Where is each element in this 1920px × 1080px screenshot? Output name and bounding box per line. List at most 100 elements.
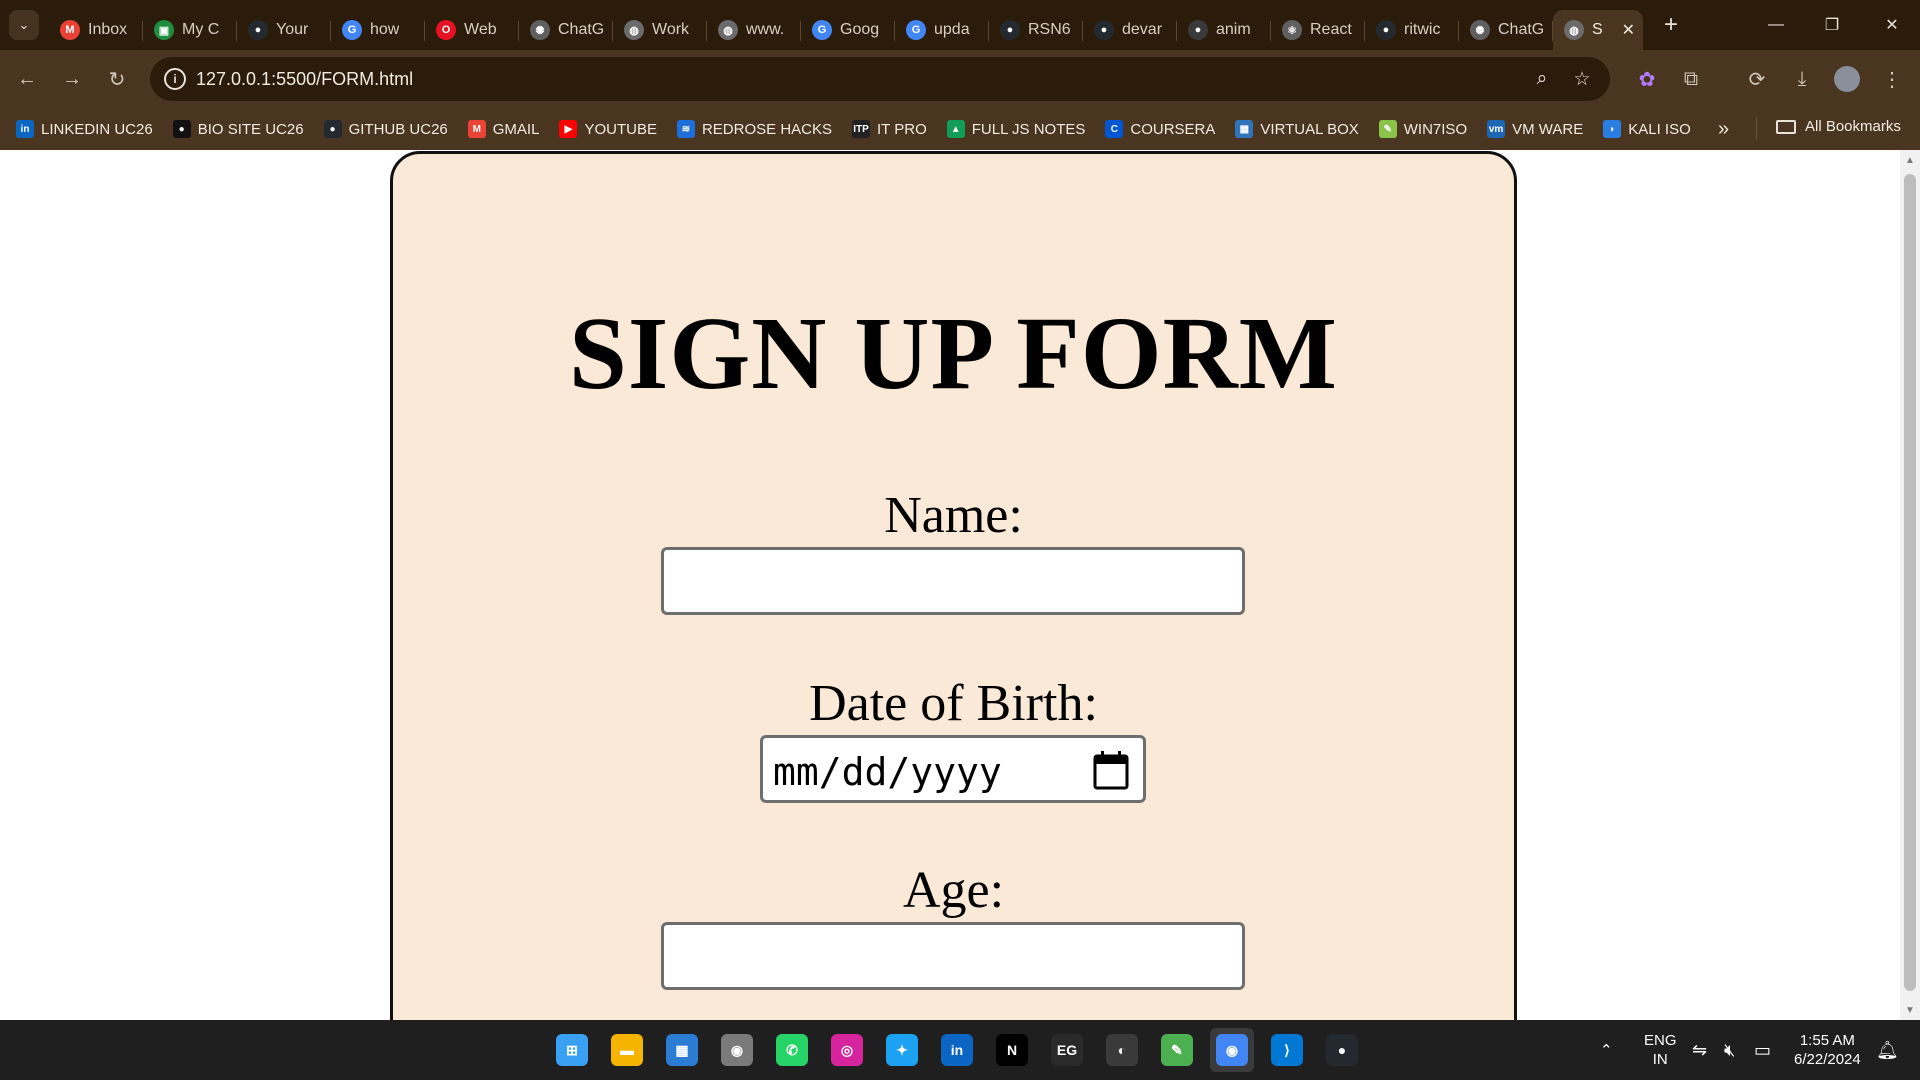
- browser-tab[interactable]: ● devar: [1083, 10, 1177, 50]
- tray-overflow-button[interactable]: ⌃: [1600, 1020, 1613, 1080]
- browser-tab[interactable]: ✺ ChatG: [1459, 10, 1553, 50]
- win7iso-icon: ✎: [1378, 120, 1397, 138]
- bookmark-item[interactable]: C COURSERA: [1105, 120, 1215, 138]
- bookmark-item[interactable]: ▲ FULL JS NOTES: [946, 120, 1085, 138]
- volume-muted-icon[interactable]: 🔇︎: [1724, 1020, 1735, 1080]
- browser-tab[interactable]: G Goog: [801, 10, 895, 50]
- profile-avatar[interactable]: [1832, 64, 1862, 94]
- bookmark-label: YOUTUBE: [584, 120, 657, 138]
- obs-icon[interactable]: ◐: [1106, 1034, 1138, 1066]
- scroll-down-icon[interactable]: ▼: [1900, 1002, 1920, 1018]
- file-explorer-icon[interactable]: ▬: [611, 1034, 643, 1066]
- scroll-thumb[interactable]: [1904, 174, 1916, 991]
- network-icon[interactable]: ⇋: [1692, 1020, 1707, 1080]
- reload-icon: ↻: [108, 68, 126, 91]
- zoom-icon[interactable]: ⌕: [1530, 67, 1554, 91]
- forward-button[interactable]: →: [57, 64, 87, 94]
- browser-tab[interactable]: ● ritwic: [1365, 10, 1459, 50]
- battery-icon[interactable]: ▭: [1754, 1020, 1771, 1080]
- camera-icon[interactable]: ◉: [721, 1034, 753, 1066]
- chevron-down-icon: ⌄: [18, 17, 30, 32]
- browser-tab[interactable]: ◍ www.: [707, 10, 801, 50]
- download-icon[interactable]: ⤓: [1787, 64, 1817, 94]
- browser-tab[interactable]: ● Your: [237, 10, 331, 50]
- bookmark-item[interactable]: ▦ VIRTUAL BOX: [1235, 120, 1359, 138]
- tab-title: devar: [1122, 21, 1163, 38]
- browser-tab[interactable]: ✺ ChatG: [519, 10, 613, 50]
- minimize-button[interactable]: —: [1748, 0, 1804, 50]
- github-icon[interactable]: ●: [1326, 1034, 1358, 1066]
- browser-tab[interactable]: ▣ My C: [143, 10, 237, 50]
- tab-title: ChatG: [1498, 21, 1545, 38]
- clock[interactable]: 1:55 AM 6/22/2024: [1794, 1020, 1861, 1080]
- tab-close-icon[interactable]: ✕: [1622, 20, 1635, 40]
- restore-icon: ❐: [1824, 17, 1840, 34]
- site-info-icon[interactable]: i: [164, 68, 186, 90]
- twitter-icon[interactable]: ✦: [886, 1034, 918, 1066]
- bookmark-item[interactable]: in LINKEDIN UC26: [16, 120, 153, 138]
- page-scrollbar[interactable]: ▲ ▼: [1900, 150, 1920, 1020]
- address-bar[interactable]: i 127.0.0.1:5500/FORM.html ⌕ ☆: [150, 57, 1610, 101]
- start-icon[interactable]: ⊞: [556, 1034, 588, 1066]
- performance-icon[interactable]: ⟳: [1742, 64, 1772, 94]
- bookmark-item[interactable]: ✎ WIN7ISO: [1378, 120, 1467, 138]
- reload-button[interactable]: ↻: [102, 64, 132, 94]
- bookmark-item[interactable]: ITP IT PRO: [852, 120, 927, 138]
- extension-brain-icon[interactable]: ✿: [1632, 64, 1662, 94]
- browser-tab[interactable]: O Web: [425, 10, 519, 50]
- bookmarks-bar: in LINKEDIN UC26 ● BIO SITE UC26 ● GITHUB UC2…: [0, 108, 1920, 150]
- restore-button[interactable]: ❐: [1804, 0, 1860, 50]
- microsoft-store-icon[interactable]: ▦: [666, 1034, 698, 1066]
- age-input[interactable]: [661, 922, 1245, 990]
- browser-tab[interactable]: Gupda: [895, 10, 989, 50]
- bookmark-item[interactable]: ≋ REDROSE HACKS: [676, 120, 832, 138]
- linkedin-icon[interactable]: in: [941, 1034, 973, 1066]
- github-icon: ●: [1188, 20, 1208, 40]
- epic-games-icon[interactable]: EG: [1051, 1034, 1083, 1066]
- dob-input[interactable]: mm/dd/yyyy: [760, 735, 1146, 803]
- notification-bell-icon[interactable]: 🔔︎: [1876, 1020, 1899, 1080]
- browser-toolbar: ← → ↻ i 127.0.0.1:5500/FORM.html ⌕ ☆ ✿ ⧉…: [0, 50, 1920, 108]
- tab-search-button[interactable]: ⌄: [9, 10, 39, 40]
- vscode-icon[interactable]: ⟩: [1271, 1034, 1303, 1066]
- netflix-icon[interactable]: N: [996, 1034, 1028, 1066]
- menu-button[interactable]: ⋮: [1877, 64, 1907, 94]
- address-url[interactable]: 127.0.0.1:5500/FORM.html: [196, 69, 413, 90]
- tab-list: M Inbox ▣ My C ● Your Ghow O Web ✺ ChatG ◍ Work ◍ www.…: [49, 0, 1643, 50]
- bookmark-item[interactable]: ◗ KALI ISO: [1603, 120, 1691, 138]
- bookmark-item[interactable]: ● GITHUB UC26: [323, 120, 448, 138]
- language-indicator[interactable]: ENG IN: [1644, 1020, 1677, 1080]
- taskbar-app-glyph: ▦: [666, 1034, 698, 1066]
- bookmark-label: VM WARE: [1512, 120, 1584, 138]
- extensions-icon[interactable]: ⧉: [1676, 64, 1706, 94]
- whatsapp-icon[interactable]: ✆: [776, 1034, 808, 1066]
- browser-tab[interactable]: Ghow: [331, 10, 425, 50]
- notepad-icon[interactable]: ✎: [1161, 1034, 1193, 1066]
- tab-title: S: [1592, 21, 1603, 38]
- all-bookmarks-button[interactable]: All Bookmarks: [1776, 118, 1901, 135]
- coursera-icon: C: [1105, 120, 1124, 138]
- browser-tab[interactable]: M Inbox: [49, 10, 143, 50]
- bookmark-item[interactable]: ● BIO SITE UC26: [172, 120, 304, 138]
- chatgpt-icon: ✺: [1470, 20, 1490, 40]
- bookmark-item[interactable]: ▶ YOUTUBE: [559, 120, 657, 138]
- browser-tab[interactable]: ◍ Work: [613, 10, 707, 50]
- name-input[interactable]: [661, 547, 1245, 615]
- calendar-icon[interactable]: [1093, 750, 1129, 790]
- chrome-icon[interactable]: ◉: [1210, 1028, 1254, 1072]
- bookmarks-overflow-button[interactable]: »: [1718, 118, 1729, 141]
- instagram-icon[interactable]: ◎: [831, 1034, 863, 1066]
- browser-tab[interactable]: ⚛ React: [1271, 10, 1365, 50]
- gmail-icon: M: [60, 20, 80, 40]
- taskbar-app-glyph: ●: [1326, 1034, 1358, 1066]
- bookmark-star-icon[interactable]: ☆: [1570, 67, 1594, 91]
- browser-tab[interactable]: ● RSN6: [989, 10, 1083, 50]
- close-window-button[interactable]: ✕: [1864, 0, 1920, 50]
- bookmark-item[interactable]: vm VM WARE: [1487, 120, 1583, 138]
- scroll-up-icon[interactable]: ▲: [1900, 152, 1920, 168]
- back-button[interactable]: ←: [12, 64, 42, 94]
- browser-tab[interactable]: ◍ S ✕: [1553, 10, 1643, 50]
- bookmark-item[interactable]: M GMAIL: [467, 120, 539, 138]
- browser-tab[interactable]: ● anim: [1177, 10, 1271, 50]
- new-tab-button[interactable]: +: [1653, 7, 1689, 43]
